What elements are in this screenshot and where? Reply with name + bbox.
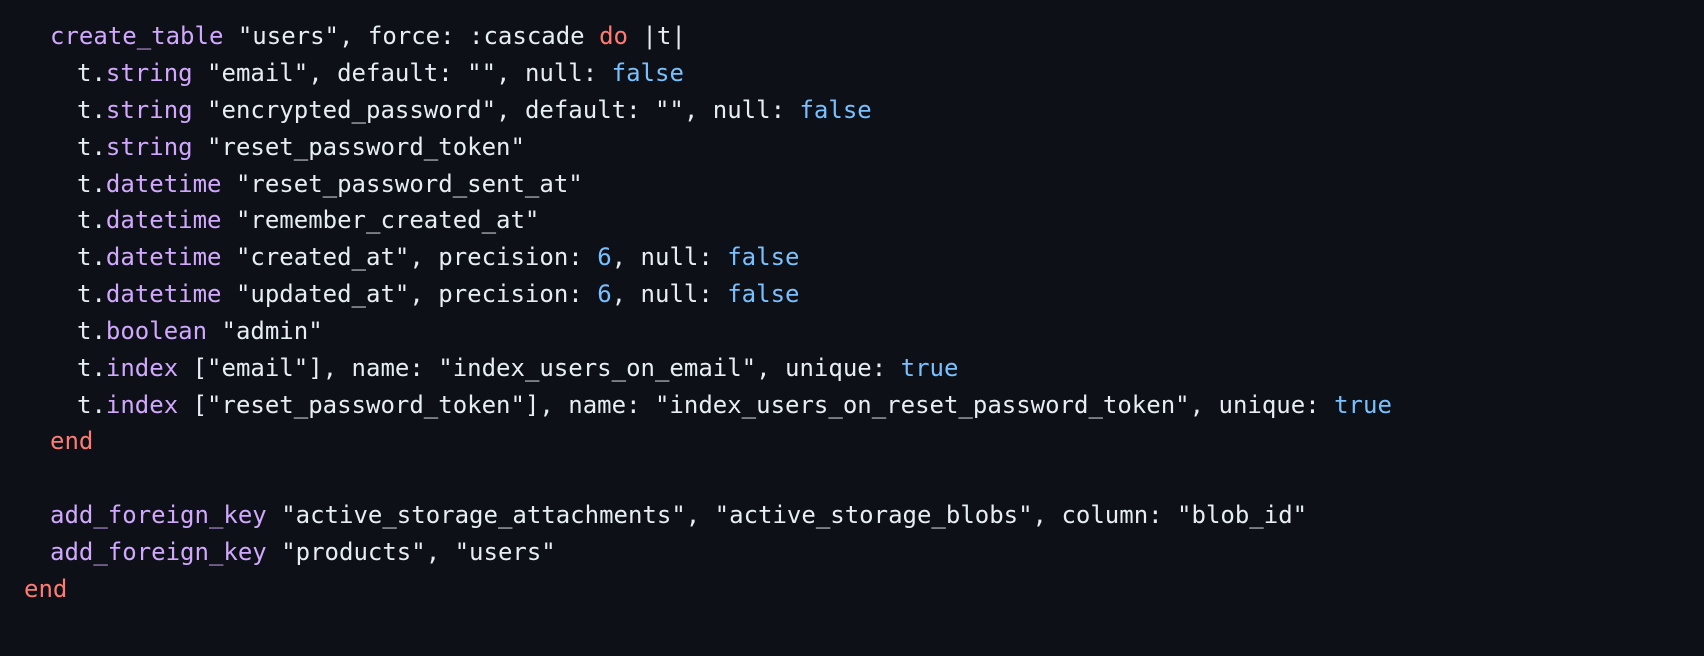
code-token-plain: , null:	[611, 280, 728, 308]
code-token-num: true	[900, 354, 959, 382]
code-token-fn: add_foreign_key	[50, 501, 267, 529]
code-line: t.string "email", default: "", null: fal…	[77, 53, 684, 93]
code-token-fn: string	[105, 59, 193, 87]
code-line: t.datetime "created_at", precision: 6, n…	[77, 237, 799, 277]
code-token-kw: do	[599, 22, 628, 50]
code-token-plain: "reset_password_token"	[192, 133, 525, 161]
code-line: t.datetime "updated_at", precision: 6, n…	[77, 274, 799, 314]
code-token-plain: ["reset_password_token"], name: "index_u…	[178, 391, 1335, 419]
code-token-plain: "updated_at", precision:	[221, 280, 598, 308]
code-token-fn: add_foreign_key	[50, 538, 267, 566]
code-token-plain: t.	[77, 391, 106, 419]
code-token-fn: index	[105, 391, 179, 419]
code-token-fn: string	[105, 96, 193, 124]
code-token-plain: "created_at", precision:	[221, 243, 598, 271]
code-token-plain: t.	[77, 206, 106, 234]
code-token-plain: t.	[77, 96, 106, 124]
code-token-fn: datetime	[105, 243, 222, 271]
code-token-plain: t.	[77, 133, 106, 161]
code-token-plain: t.	[77, 354, 106, 382]
code-token-fn: index	[105, 354, 179, 382]
code-token-plain: t.	[77, 59, 106, 87]
code-token-num: 6	[597, 243, 612, 271]
code-token-plain: ["email"], name: "index_users_on_email",…	[178, 354, 901, 382]
code-line: t.datetime "reset_password_sent_at"	[77, 164, 583, 204]
code-token-fn: datetime	[105, 280, 222, 308]
code-token-num: false	[799, 96, 872, 124]
code-token-plain: "users", force: :cascade	[223, 22, 600, 50]
code-token-num: false	[727, 280, 800, 308]
code-token-kw: end	[50, 427, 94, 455]
code-token-plain: "remember_created_at"	[221, 206, 540, 234]
code-token-plain: "active_storage_attachments", "active_st…	[266, 501, 1308, 529]
code-line: t.index ["email"], name: "index_users_on…	[77, 348, 958, 388]
code-token-plain: , null:	[611, 243, 728, 271]
code-token-plain: t.	[77, 317, 106, 345]
code-line: add_foreign_key "products", "users"	[50, 532, 556, 572]
code-token-fn: datetime	[105, 206, 222, 234]
code-line: end	[24, 569, 67, 609]
code-token-plain: "email", default: "", null:	[192, 59, 612, 87]
code-line: end	[50, 421, 93, 461]
code-token-plain: t.	[77, 243, 106, 271]
code-line: t.string "encrypted_password", default: …	[77, 90, 872, 130]
code-token-plain: "products", "users"	[266, 538, 556, 566]
code-token-plain: "encrypted_password", default: "", null:	[192, 96, 800, 124]
code-token-plain: "reset_password_sent_at"	[221, 170, 583, 198]
code-line: create_table "users", force: :cascade do…	[50, 16, 686, 56]
code-line: add_foreign_key "active_storage_attachme…	[50, 495, 1307, 535]
code-token-plain: t.	[77, 170, 106, 198]
code-token-kw: end	[24, 575, 68, 603]
code-line: t.string "reset_password_token"	[77, 127, 525, 167]
code-token-num: 6	[597, 280, 612, 308]
code-token-fn: create_table	[50, 22, 224, 50]
code-line: t.datetime "remember_created_at"	[77, 200, 539, 240]
code-line: t.boolean "admin"	[77, 311, 323, 351]
code-token-fn: boolean	[105, 317, 208, 345]
code-token-num: true	[1334, 391, 1392, 419]
code-token-num: false	[611, 59, 684, 87]
code-token-num: false	[727, 243, 800, 271]
code-token-plain: "admin"	[207, 317, 323, 345]
code-token-fn: string	[105, 133, 193, 161]
code-token-plain: |t|	[627, 22, 686, 50]
code-block: create_table "users", force: :cascade do…	[0, 0, 1704, 656]
code-line: t.index ["reset_password_token"], name: …	[77, 385, 1392, 425]
code-token-plain: t.	[77, 280, 106, 308]
code-token-fn: datetime	[105, 170, 222, 198]
